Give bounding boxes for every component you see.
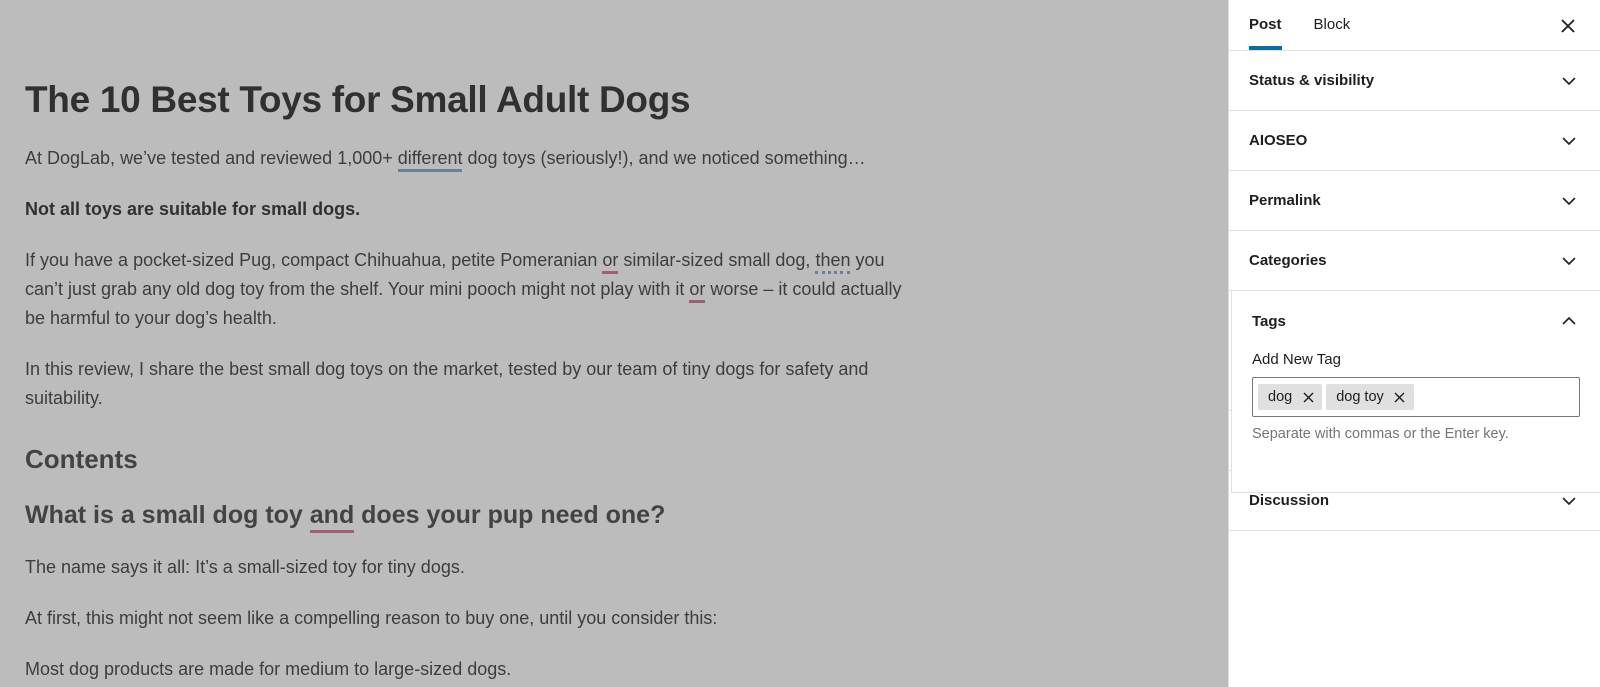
grammar-suggestion-mark[interactable]: or bbox=[602, 250, 619, 275]
panel-title: Categories bbox=[1249, 252, 1327, 269]
sidebar-tabs: Post Block bbox=[1229, 0, 1600, 50]
paragraph-block[interactable]: In this review, I share the best small d… bbox=[25, 333, 925, 413]
panel-title: Discussion bbox=[1249, 492, 1330, 509]
text-run: Most dog products are made for medium to… bbox=[25, 659, 512, 680]
text-run: In this review, I share the best small d… bbox=[25, 359, 869, 409]
paragraph-block[interactable]: Most dog products are made for medium to… bbox=[25, 633, 925, 684]
text-run: does your pup need one? bbox=[354, 500, 666, 529]
tag-remove-icon[interactable] bbox=[1392, 389, 1408, 405]
text-run: Not all toys are suitable for small dogs… bbox=[25, 199, 361, 220]
panel-title: Permalink bbox=[1249, 192, 1321, 209]
post-body-tail: The name says it all: It’s a small-sized… bbox=[25, 531, 925, 687]
panel-row-status-visibility[interactable]: Status & visibility bbox=[1229, 51, 1600, 111]
grammar-suggestion-mark[interactable]: different bbox=[397, 148, 463, 173]
tag-token-label: dog toy bbox=[1336, 389, 1384, 405]
chevron-down-icon[interactable] bbox=[1558, 130, 1580, 152]
grammar-suggestion-mark[interactable]: then bbox=[815, 250, 851, 275]
grammar-suggestion-mark[interactable]: or bbox=[689, 279, 706, 304]
tag-token[interactable]: dog bbox=[1258, 384, 1323, 410]
post-body: At DogLab, we’ve tested and reviewed 1,0… bbox=[25, 122, 925, 413]
tag-token[interactable]: dog toy bbox=[1326, 384, 1414, 410]
tags-input[interactable]: dog dog toy bbox=[1252, 377, 1580, 417]
paragraph-block[interactable]: At DogLab, we’ve tested and reviewed 1,0… bbox=[25, 122, 925, 173]
text-run: What is a small dog toy bbox=[25, 500, 310, 529]
paragraph-block[interactable]: The name says it all: It’s a small-sized… bbox=[25, 531, 925, 582]
tags-help-text: Separate with commas or the Enter key. bbox=[1252, 426, 1509, 442]
text-run: At DogLab, we’ve tested and reviewed 1,0… bbox=[25, 148, 398, 169]
panel-tags-title: Tags bbox=[1252, 312, 1286, 330]
panel-title: AIOSEO bbox=[1249, 132, 1308, 149]
panel-row-categories[interactable]: Categories bbox=[1229, 231, 1600, 291]
heading-contents[interactable]: Contents bbox=[25, 413, 925, 476]
paragraph-block[interactable]: Not all toys are suitable for small dogs… bbox=[25, 173, 925, 224]
tab-post[interactable]: Post bbox=[1249, 0, 1282, 50]
editor-canvas: The 10 Best Toys for Small Adult Dogs At… bbox=[0, 0, 1228, 687]
add-new-tag-label: Add New Tag bbox=[1252, 351, 1341, 368]
chevron-up-icon[interactable] bbox=[1558, 310, 1580, 332]
paragraph-block[interactable]: If you have a pocket-sized Pug, compact … bbox=[25, 224, 925, 333]
chevron-down-icon[interactable] bbox=[1558, 190, 1580, 212]
text-run: dog toys (seriously!), and we noticed so… bbox=[462, 148, 866, 169]
tag-token-label: dog bbox=[1268, 389, 1293, 405]
grammar-suggestion-mark[interactable]: and bbox=[309, 500, 355, 533]
tab-block[interactable]: Block bbox=[1314, 0, 1351, 50]
paragraph-block[interactable]: At first, this might not seem like a com… bbox=[25, 582, 925, 633]
editor-screen: The 10 Best Toys for Small Adult Dogs At… bbox=[0, 0, 1600, 687]
panel-tags-body: Add New Tag dog dog toy Separate with com… bbox=[1232, 351, 1600, 442]
panel-row-aioseo[interactable]: AIOSEO bbox=[1229, 111, 1600, 171]
text-run: The name says it all: It’s a small-sized… bbox=[25, 557, 465, 578]
post-content: The 10 Best Toys for Small Adult Dogs At… bbox=[25, 0, 925, 687]
heading-question[interactable]: What is a small dog toy and does your pu… bbox=[25, 476, 925, 533]
panel-tags-expanded: Tags Add New Tag dog dog toy Separate wit… bbox=[1231, 290, 1600, 493]
text-run: If you have a pocket-sized Pug, compact … bbox=[25, 250, 603, 271]
text-run: similar-sized small dog, bbox=[618, 250, 816, 271]
chevron-down-icon[interactable] bbox=[1558, 250, 1580, 272]
chevron-down-icon[interactable] bbox=[1558, 70, 1580, 92]
tag-remove-icon[interactable] bbox=[1300, 389, 1316, 405]
post-title[interactable]: The 10 Best Toys for Small Adult Dogs bbox=[25, 0, 925, 122]
panel-tags-header[interactable]: Tags bbox=[1232, 291, 1600, 351]
panel-row-permalink[interactable]: Permalink bbox=[1229, 171, 1600, 231]
text-run: At first, this might not seem like a com… bbox=[25, 608, 718, 629]
panel-title: Status & visibility bbox=[1249, 72, 1375, 89]
close-icon[interactable] bbox=[1552, 10, 1584, 42]
